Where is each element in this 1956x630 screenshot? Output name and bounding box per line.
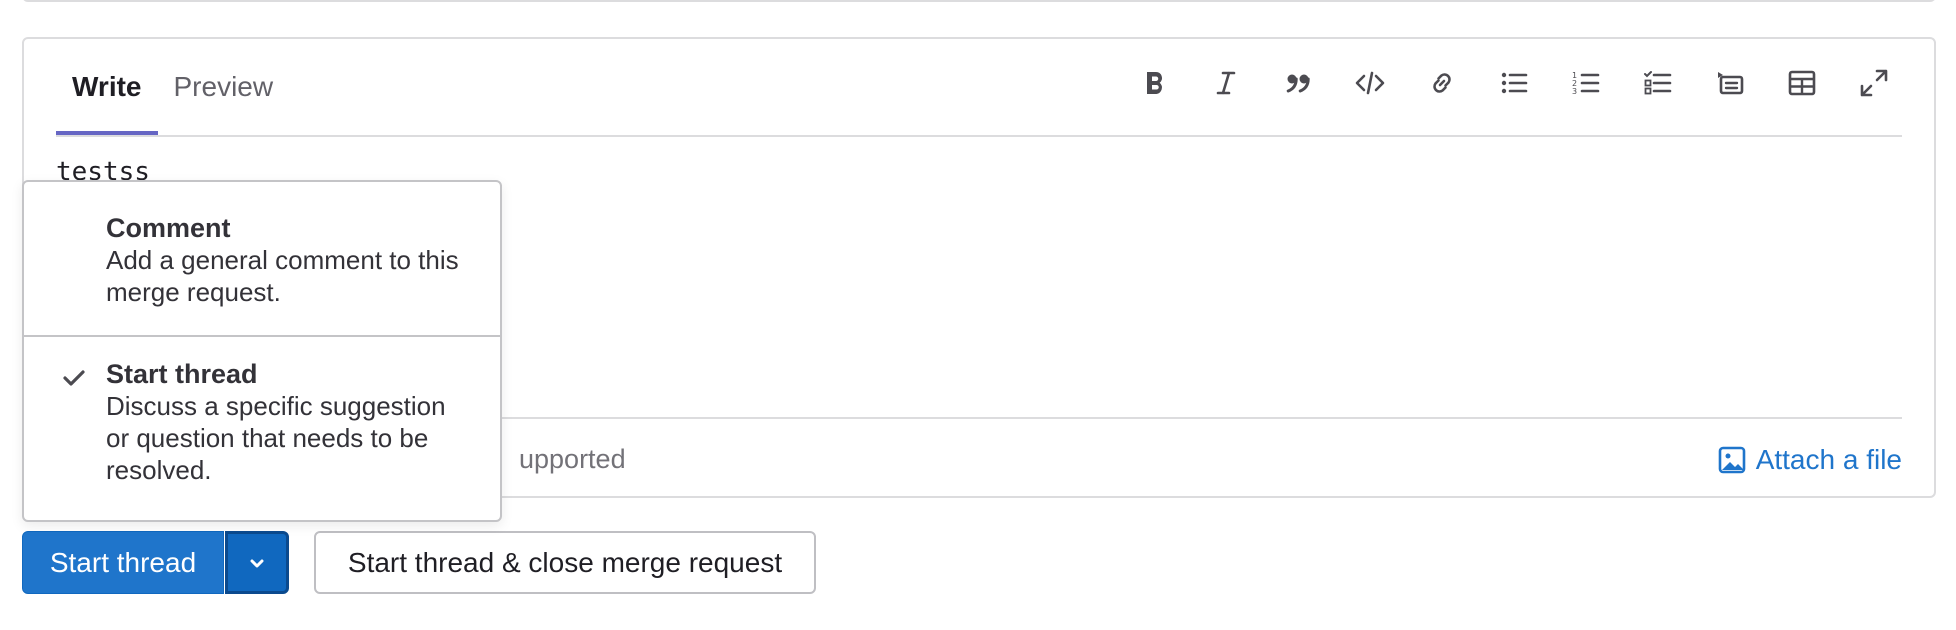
dropdown-divider xyxy=(24,335,500,337)
dropdown-item-comment[interactable]: Comment Add a general comment to this me… xyxy=(24,212,500,308)
editor-tabs: Write Preview xyxy=(56,39,289,135)
bullet-list-icon xyxy=(1501,72,1528,94)
attach-file-link[interactable]: Attach a file xyxy=(1718,444,1902,476)
code-button[interactable] xyxy=(1334,53,1406,113)
link-icon xyxy=(1433,73,1451,93)
bullet-list-button[interactable] xyxy=(1478,53,1550,113)
numbered-list-icon: 123 xyxy=(1572,71,1600,96)
italic-icon xyxy=(1216,71,1236,95)
svg-text:3: 3 xyxy=(1572,87,1577,96)
collapsible-icon xyxy=(1718,72,1744,95)
dropdown-item-start-thread[interactable]: Start thread Discuss a specific suggesti… xyxy=(24,358,500,486)
collapsible-button[interactable] xyxy=(1694,53,1766,113)
tab-write[interactable]: Write xyxy=(56,39,158,135)
italic-button[interactable] xyxy=(1190,53,1262,113)
dropdown-item-title: Comment xyxy=(106,213,231,243)
numbered-list-button[interactable]: 123 xyxy=(1550,53,1622,113)
comment-type-toggle-button[interactable] xyxy=(225,531,289,594)
quote-icon xyxy=(1286,74,1310,93)
fullscreen-icon xyxy=(1860,69,1888,97)
bold-icon xyxy=(1147,72,1162,94)
task-list-icon xyxy=(1644,71,1672,95)
start-thread-close-mr-button[interactable]: Start thread & close merge request xyxy=(314,531,816,594)
dropdown-item-description: Add a general comment to this merge requ… xyxy=(106,245,459,307)
table-icon xyxy=(1788,70,1816,96)
code-icon xyxy=(1355,71,1385,95)
chevron-down-icon xyxy=(250,559,264,567)
formatting-toolbar: 123 xyxy=(1118,53,1910,113)
fullscreen-button[interactable] xyxy=(1838,53,1910,113)
comment-type-dropdown: Comment Add a general comment to this me… xyxy=(22,180,502,522)
task-list-button[interactable] xyxy=(1622,53,1694,113)
quote-button[interactable] xyxy=(1262,53,1334,113)
image-icon xyxy=(1718,446,1745,474)
bold-button[interactable] xyxy=(1118,53,1190,113)
tab-divider xyxy=(56,135,1902,137)
previous-section-edge xyxy=(22,0,1936,2)
attach-file-label: Attach a file xyxy=(1755,444,1902,475)
dropdown-item-title: Start thread xyxy=(106,359,258,389)
check-icon xyxy=(63,370,85,386)
tab-preview[interactable]: Preview xyxy=(158,39,290,135)
table-button[interactable] xyxy=(1766,53,1838,113)
dropdown-item-description: Discuss a specific suggestion or questio… xyxy=(106,391,446,485)
link-button[interactable] xyxy=(1406,53,1478,113)
start-thread-button[interactable]: Start thread xyxy=(22,531,224,594)
markdown-hint: upported xyxy=(519,444,626,474)
